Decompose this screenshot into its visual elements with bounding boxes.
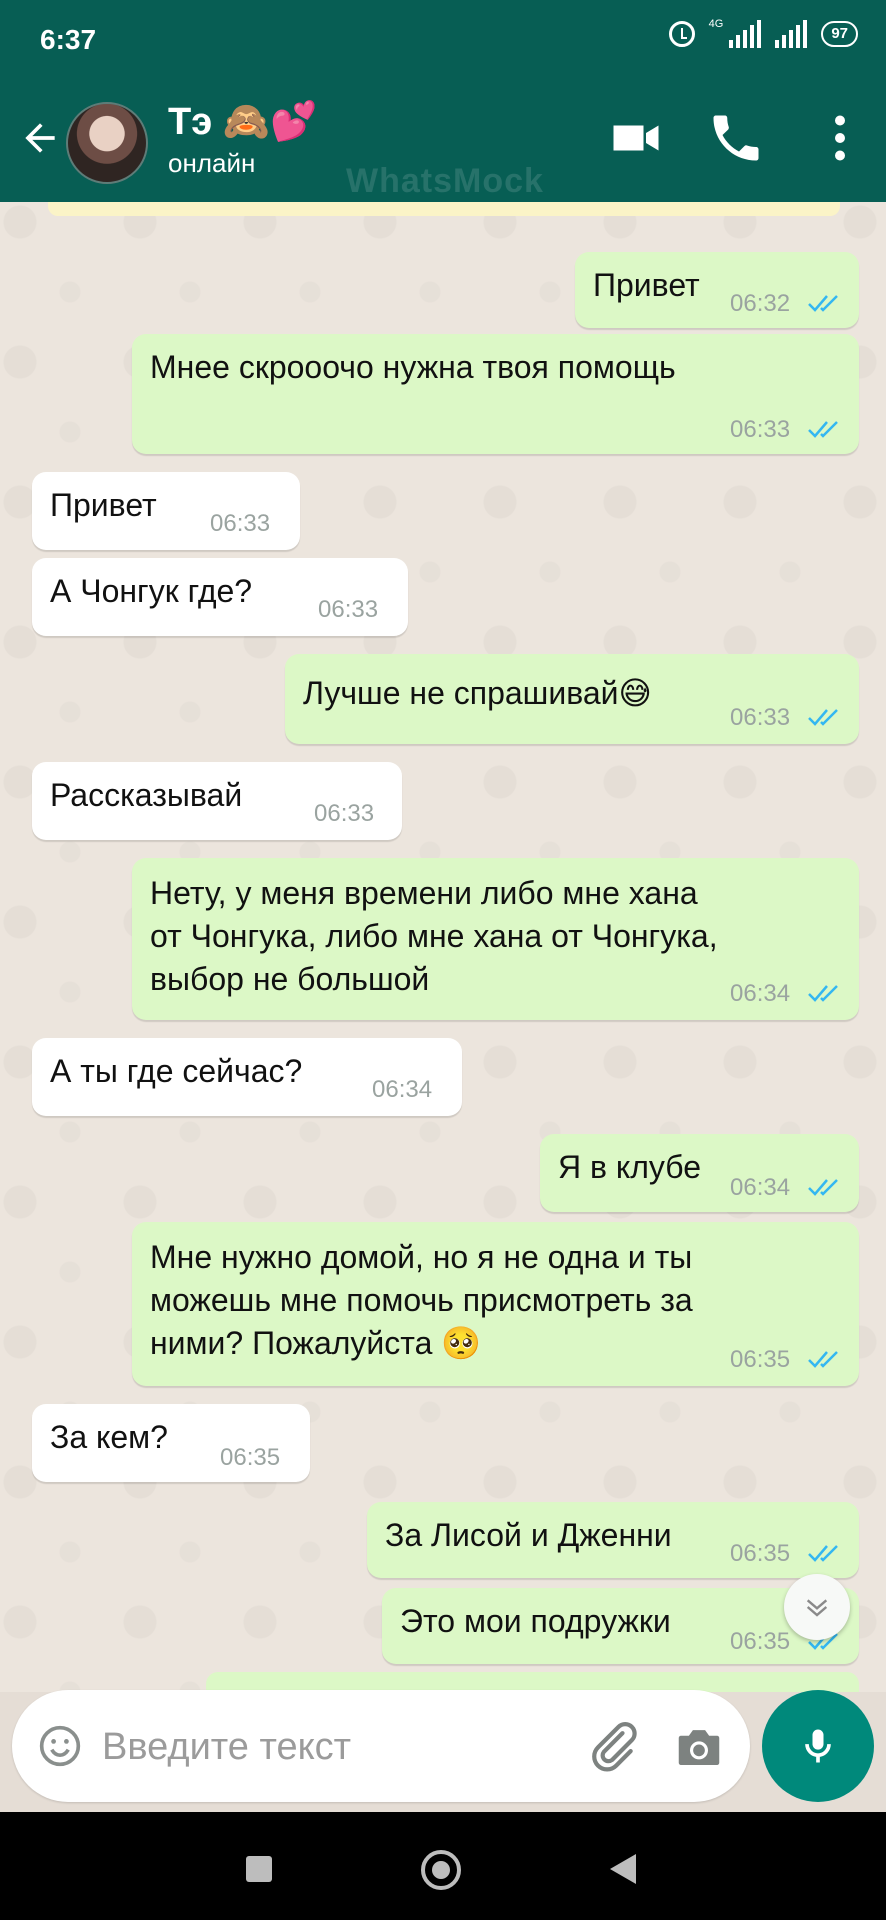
contact-status: онлайн [168, 148, 256, 178]
message-text: Привет [593, 267, 700, 303]
message-text: За кем? [50, 1419, 168, 1455]
scroll-down-button[interactable] [784, 1574, 850, 1640]
message-time: 06:35 [730, 1346, 791, 1373]
message-text: Мнее скрооочо нужна твоя помощь [150, 349, 676, 385]
camera-icon[interactable] [672, 1720, 726, 1774]
battery-level: 97 [821, 21, 858, 47]
message-time: 06:33 [730, 704, 791, 731]
message-text: А ты где сейчас? [50, 1053, 303, 1089]
emoji-icon[interactable] [38, 1724, 82, 1768]
message-bubble[interactable]: А ты где сейчас? 06:34 [32, 1038, 462, 1116]
home-button[interactable] [421, 1850, 461, 1890]
video-call-icon[interactable] [606, 108, 666, 168]
message-time: 06:34 [730, 1174, 791, 1201]
watermark: WhatsMock [346, 162, 544, 200]
message-time: 06:35 [220, 1444, 281, 1471]
message-time: 06:33 [730, 416, 791, 443]
message-text: Лучше не спрашивай😅 [303, 675, 652, 711]
next-message-edge [206, 1672, 859, 1692]
system-nav-bar [0, 1812, 886, 1920]
message-text: Нету, у меня времени либо мне хана от Чо… [150, 875, 718, 997]
message-text: Я в клубе [558, 1149, 702, 1185]
signal-icon-2 [775, 20, 808, 48]
read-ticks-icon [808, 421, 838, 438]
read-ticks-icon [808, 985, 838, 1002]
message-text: За Лисой и Дженни [385, 1517, 672, 1553]
read-ticks-icon [808, 709, 838, 726]
message-text: Привет [50, 487, 157, 523]
contact-name[interactable]: Тэ 🙈💕 [168, 100, 317, 144]
message-bubble[interactable]: Привет 06:33 [32, 472, 300, 550]
read-ticks-icon [808, 295, 838, 312]
alarm-icon [668, 21, 695, 47]
message-bubble[interactable]: Лучше не спрашивай😅 06:33 [285, 654, 859, 744]
message-text: А Чонгук где? [50, 573, 253, 609]
message-bubble[interactable]: Я в клубе 06:34 [540, 1134, 859, 1212]
message-text: Мне нужно домой, но я не одна и ты можеш… [150, 1239, 693, 1361]
read-ticks-icon [808, 1545, 838, 1562]
network-type: 4G [708, 18, 724, 30]
message-time: 06:34 [372, 1076, 433, 1103]
message-composer [12, 1690, 750, 1802]
signal-icon [729, 20, 762, 48]
system-back-button[interactable] [610, 1854, 636, 1884]
message-time: 06:33 [314, 800, 375, 827]
message-bubble[interactable]: Мнее скрооочо нужна твоя помощь 06:33 [132, 334, 859, 454]
message-time: 06:33 [318, 596, 379, 623]
attach-icon[interactable] [584, 1718, 640, 1774]
phone-icon[interactable] [706, 108, 766, 168]
scroll-down-icon [806, 1599, 828, 1617]
status-bar: 6:37 4G 97 [0, 0, 886, 78]
read-ticks-icon [808, 1351, 838, 1368]
back-arrow-icon[interactable] [18, 116, 62, 160]
message-bubble[interactable]: Привет 06:32 [575, 252, 859, 328]
message-text: Рассказывай [50, 777, 243, 813]
message-time: 06:33 [210, 510, 271, 537]
message-bubble[interactable]: Мне нужно домой, но я не одна и ты можеш… [132, 1222, 859, 1386]
read-ticks-icon [808, 1179, 838, 1196]
mic-icon [805, 1729, 831, 1763]
message-time: 06:34 [730, 980, 791, 1007]
recents-button[interactable] [246, 1856, 272, 1882]
message-bubble[interactable]: А Чонгук где? 06:33 [32, 558, 408, 636]
message-time: 06:35 [730, 1540, 791, 1567]
message-time: 06:32 [730, 290, 791, 317]
avatar[interactable] [66, 102, 148, 184]
chat-header: Тэ 🙈💕 онлайн WhatsMock [0, 78, 886, 202]
more-vert-icon[interactable] [810, 108, 870, 168]
chat-area: Привет 06:32 Мнее скрооочо нужна твоя по… [0, 202, 886, 1692]
voice-record-button[interactable] [762, 1690, 874, 1802]
message-bubble[interactable]: Рассказывай 06:33 [32, 762, 402, 840]
status-icons: 4G 97 [668, 18, 858, 48]
message-bubble[interactable]: За Лисой и Дженни 06:35 [367, 1502, 859, 1578]
status-time: 6:37 [40, 24, 97, 55]
message-bubble[interactable]: Нету, у меня времени либо мне хана от Чо… [132, 858, 859, 1020]
message-time: 06:35 [730, 1628, 791, 1655]
message-text: Это мои подружки [400, 1603, 671, 1639]
pinned-message-edge [48, 202, 840, 216]
message-bubble[interactable]: За кем? 06:35 [32, 1404, 310, 1482]
message-input[interactable] [100, 1716, 574, 1778]
